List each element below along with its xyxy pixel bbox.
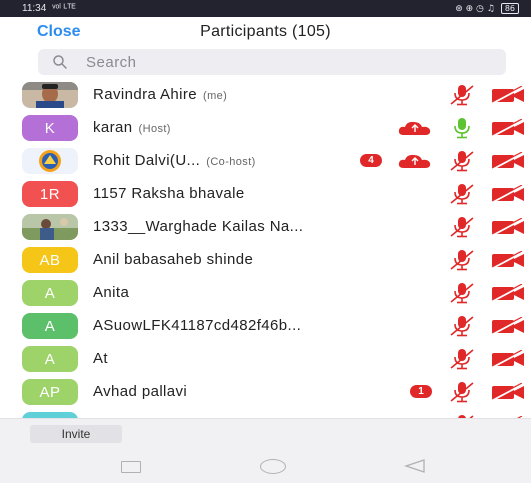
- system-nav-bar: [0, 455, 531, 483]
- microphone-muted-icon[interactable]: [449, 150, 475, 172]
- participant-row[interactable]: Rohit Dalvi(U... (Co-host) 4: [0, 144, 531, 177]
- avatar: 1R: [22, 181, 78, 207]
- participant-name-text: 1157 Raksha bhavale: [93, 185, 245, 202]
- avatar: AP: [22, 379, 78, 405]
- participant-row[interactable]: AB Anil babasaheb shinde: [0, 243, 531, 276]
- status-time: 11:34: [22, 3, 47, 14]
- microphone-muted-icon[interactable]: [449, 249, 475, 271]
- participant-role: (Host): [138, 123, 171, 135]
- participant-name: 1157 Raksha bhavale: [93, 185, 245, 202]
- avatar-initials: A: [44, 284, 56, 302]
- avatar-initials: K: [44, 119, 56, 137]
- close-button[interactable]: Close: [37, 23, 81, 41]
- avatar-initials: AB: [39, 251, 61, 269]
- video-off-icon[interactable]: [491, 85, 525, 104]
- participant-name: Avhad pallavi: [93, 383, 187, 400]
- search-bar[interactable]: [38, 49, 506, 75]
- microphone-muted-icon[interactable]: [449, 315, 475, 337]
- participant-row[interactable]: Kkaran (Host): [0, 111, 531, 144]
- recents-nav-icon[interactable]: [121, 461, 141, 473]
- avatar: A: [22, 313, 78, 339]
- avatar: [22, 148, 78, 174]
- participant-name-text: Anita: [93, 284, 130, 301]
- avatar-initials: A: [44, 350, 56, 368]
- avatar-initials: 1R: [39, 185, 61, 203]
- avatar-initials: A: [44, 317, 56, 335]
- participant-list[interactable]: Ravindra Ahire (me) Kkaran (Host) Rohit Dalv…: [0, 78, 531, 418]
- participant-role: (me): [203, 90, 228, 102]
- microphone-muted-icon[interactable]: [449, 348, 475, 370]
- microphone-icon[interactable]: [449, 117, 475, 139]
- avatar-initials: AP: [39, 383, 61, 401]
- participant-name: At: [93, 350, 108, 367]
- participant-row[interactable]: AP Avhad pallavi 1: [0, 375, 531, 408]
- participant-row[interactable]: Ravindra Ahire (me): [0, 78, 531, 111]
- invite-button[interactable]: Invite: [30, 425, 122, 443]
- avatar: [22, 214, 78, 240]
- participant-name-text: Avhad pallavi: [93, 383, 188, 400]
- participant-name: karan (Host): [93, 119, 171, 136]
- back-nav-icon[interactable]: [402, 458, 428, 474]
- participant-row[interactable]: A At: [0, 342, 531, 375]
- participant-name: ASuowLFK41187cd482f46b...: [93, 317, 301, 334]
- status-bar: 11:34 ᵛᵒˡ ᴸᵀᴱ ⊛ ⊕ ◷ ♫ 86: [0, 0, 531, 17]
- participant-name-text: 1333__Warghade Kailas Na...: [93, 218, 304, 235]
- participant-name-text: At: [93, 350, 108, 367]
- cloud-record-icon: [398, 153, 432, 169]
- chat-count-badge: 4: [360, 154, 382, 167]
- signal-indicator: ᵛᵒˡ ᴸᵀᴱ: [52, 3, 76, 14]
- participants-screen: 11:34 ᵛᵒˡ ᴸᵀᴱ ⊛ ⊕ ◷ ♫ 86 Participants (1…: [0, 0, 531, 483]
- participant-name: 1333__Warghade Kailas Na...: [93, 218, 303, 235]
- participant-name-text: Anil babasaheb shinde: [93, 251, 254, 268]
- video-off-icon[interactable]: [491, 151, 525, 170]
- status-icons: ⊛ ⊕ ◷ ♫: [455, 3, 495, 14]
- video-off-icon[interactable]: [491, 382, 525, 401]
- avatar: A: [22, 346, 78, 372]
- participant-name: Anil babasaheb shinde: [93, 251, 253, 268]
- search-icon: [53, 55, 67, 69]
- participant-row[interactable]: A Anita: [0, 276, 531, 309]
- video-off-icon[interactable]: [491, 283, 525, 302]
- video-off-icon[interactable]: [491, 118, 525, 137]
- avatar: AB: [22, 247, 78, 273]
- video-off-icon[interactable]: [491, 349, 525, 368]
- battery-icon: 86: [500, 3, 519, 14]
- microphone-muted-icon[interactable]: [449, 381, 475, 403]
- participant-name: Rohit Dalvi(U... (Co-host): [93, 152, 256, 169]
- participant-name: Ravindra Ahire (me): [93, 86, 227, 103]
- participant-row[interactable]: 1333__Warghade Kailas Na...: [0, 210, 531, 243]
- participant-role: (Co-host): [206, 156, 256, 168]
- participant-row[interactable]: [0, 408, 531, 418]
- participant-row[interactable]: 1R 1157 Raksha bhavale: [0, 177, 531, 210]
- participant-name-text: karan: [93, 119, 133, 136]
- participant-row[interactable]: A ASuowLFK41187cd482f46b...: [0, 309, 531, 342]
- footer: Invite: [0, 418, 531, 483]
- chat-count-badge: 1: [410, 385, 432, 398]
- video-off-icon[interactable]: [491, 250, 525, 269]
- avatar: K: [22, 115, 78, 141]
- participant-name-text: Ravindra Ahire: [93, 86, 197, 103]
- participant-name-text: ASuowLFK41187cd482f46b...: [93, 317, 302, 334]
- search-input[interactable]: [86, 53, 466, 71]
- participant-name-text: Rohit Dalvi(U...: [93, 152, 201, 169]
- video-off-icon[interactable]: [491, 316, 525, 335]
- avatar: [22, 82, 78, 108]
- video-off-icon[interactable]: [491, 184, 525, 203]
- microphone-muted-icon[interactable]: [449, 282, 475, 304]
- cloud-record-icon: [398, 120, 432, 136]
- video-off-icon[interactable]: [491, 217, 525, 236]
- home-nav-icon[interactable]: [260, 459, 286, 474]
- participant-name: Anita: [93, 284, 129, 301]
- microphone-muted-icon[interactable]: [449, 216, 475, 238]
- microphone-muted-icon[interactable]: [449, 183, 475, 205]
- header: Participants (105) Close: [0, 17, 531, 47]
- avatar: A: [22, 280, 78, 306]
- microphone-muted-icon[interactable]: [449, 84, 475, 106]
